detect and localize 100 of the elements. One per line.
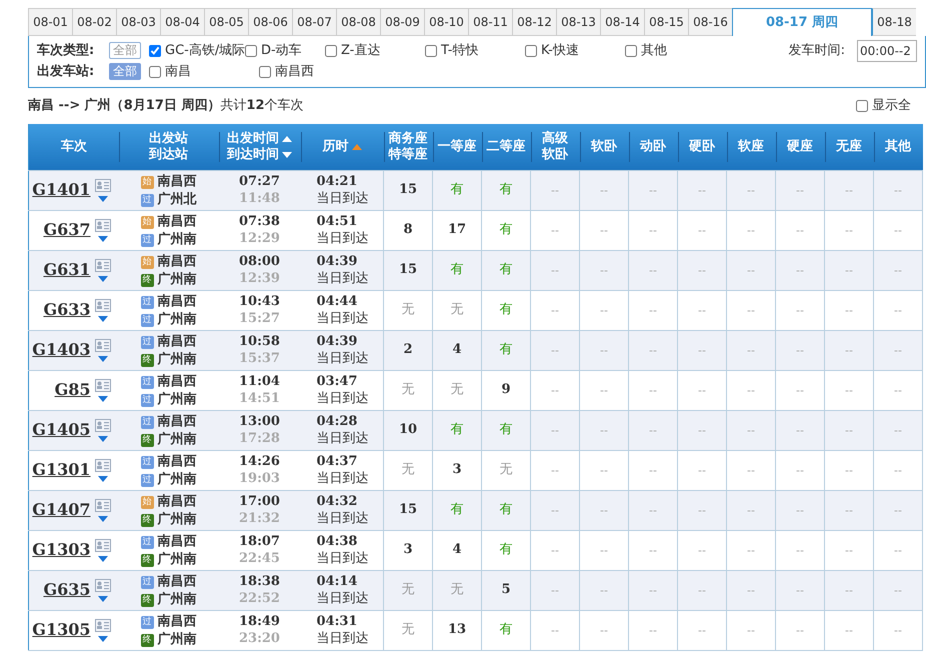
date-tab[interactable]: 08-08	[336, 8, 380, 36]
date-tab[interactable]: 08-14	[600, 8, 644, 36]
date-tab[interactable]: 08-01	[28, 8, 72, 36]
seat-availability: 10	[398, 422, 418, 438]
caret-icon[interactable]	[98, 276, 108, 282]
checkbox-label[interactable]: 显示全	[872, 96, 911, 116]
caret-icon[interactable]	[98, 236, 108, 242]
caret-icon[interactable]	[98, 196, 108, 202]
caret-icon[interactable]	[98, 396, 108, 402]
checkbox-label[interactable]: D-动车	[261, 40, 302, 60]
id-card-icon[interactable]	[94, 578, 110, 592]
station-name: 广州南	[158, 351, 196, 370]
caret-icon[interactable]	[98, 596, 108, 602]
date-tab[interactable]: 08-12	[512, 8, 556, 36]
arrival-day: 当日到达	[316, 350, 383, 368]
checkbox-label[interactable]: GC-高铁/城际	[165, 40, 246, 60]
seat-availability: --	[796, 544, 804, 557]
id-card-icon[interactable]	[94, 178, 110, 192]
date-tab[interactable]: 08-07	[292, 8, 336, 36]
duration: 04:37	[316, 452, 358, 470]
station-name: 南昌西	[158, 333, 196, 352]
station-name: 南昌西	[158, 533, 196, 552]
date-tab[interactable]: 08-04	[160, 8, 204, 36]
seat-availability: 有	[450, 182, 464, 198]
duration: 04:38	[316, 532, 358, 550]
id-card-icon[interactable]	[94, 538, 110, 552]
date-tab[interactable]: 08-02	[72, 8, 116, 36]
station-name: 广州南	[158, 631, 196, 650]
caret-icon[interactable]	[98, 476, 108, 482]
checkbox[interactable]	[325, 44, 337, 56]
checkbox[interactable]	[856, 100, 868, 112]
seat-availability: 有	[450, 502, 464, 518]
train-number-link[interactable]: G1301	[32, 458, 90, 482]
id-card-icon[interactable]	[94, 338, 110, 352]
id-card-icon[interactable]	[94, 298, 110, 312]
date-tab[interactable]: 08-15	[644, 8, 688, 36]
seat-availability: --	[649, 424, 657, 437]
departure-time: 08:00	[238, 253, 281, 270]
caret-icon[interactable]	[98, 316, 108, 322]
sort-down-icon[interactable]	[282, 152, 292, 158]
checkbox[interactable]	[625, 44, 637, 56]
filter-label: 出发车站:	[37, 62, 96, 81]
train-number-link[interactable]: G637	[43, 218, 90, 242]
time-select[interactable]: 00:00--2	[857, 40, 917, 62]
checkbox-label[interactable]: 南昌西	[275, 62, 314, 82]
seat-availability: --	[747, 464, 755, 477]
train-number-link[interactable]: G85	[54, 378, 90, 402]
checkbox-label[interactable]: T-特快	[441, 40, 478, 60]
caret-icon[interactable]	[98, 556, 108, 562]
id-card-icon[interactable]	[94, 378, 110, 392]
seat-availability: --	[649, 304, 657, 317]
id-card-icon[interactable]	[94, 258, 110, 272]
date-tab[interactable]: 08-10	[424, 8, 468, 36]
arrival-day: 当日到达	[316, 630, 383, 648]
seat-availability: --	[551, 584, 559, 597]
station-name: 广州南	[158, 271, 196, 290]
date-tab[interactable]: 08-16	[688, 8, 732, 36]
seat-availability: --	[600, 264, 608, 277]
date-tab[interactable]: 08-05	[204, 8, 248, 36]
id-card-icon[interactable]	[94, 418, 110, 432]
station-tag: 始	[140, 216, 154, 229]
column-header: 高级 软卧	[542, 130, 568, 163]
departure-time: 07:38	[238, 213, 281, 230]
sort-up-icon[interactable]	[282, 136, 292, 142]
train-number-link[interactable]: G633	[43, 298, 90, 322]
checkbox-label[interactable]: Z-直达	[341, 40, 380, 60]
seat-availability: --	[649, 224, 657, 237]
checkbox-label[interactable]: 其他	[641, 40, 667, 60]
checkbox-label[interactable]: K-快速	[541, 40, 579, 60]
train-number-link[interactable]: G1305	[32, 618, 90, 642]
id-card-icon[interactable]	[94, 498, 110, 512]
date-tab[interactable]: 08-13	[556, 8, 600, 36]
checkbox[interactable]	[525, 44, 537, 56]
id-card-icon[interactable]	[94, 218, 110, 232]
date-tab[interactable]: 08-09	[380, 8, 424, 36]
seat-availability: --	[747, 504, 755, 517]
caret-icon[interactable]	[98, 636, 108, 642]
date-tab[interactable]: 08-03	[116, 8, 160, 36]
seat-availability: --	[894, 504, 902, 517]
arrival-day: 当日到达	[316, 190, 383, 208]
seat-availability: 有	[500, 262, 512, 278]
date-tab[interactable]: 08-06	[248, 8, 292, 36]
station-tag: 过	[140, 296, 154, 309]
caret-icon[interactable]	[98, 516, 108, 522]
seat-availability: 无	[402, 302, 414, 318]
caret-icon[interactable]	[98, 436, 108, 442]
checkbox[interactable]	[259, 66, 271, 78]
train-number-link[interactable]: G1303	[32, 538, 90, 562]
date-tab[interactable]: 08-11	[468, 8, 512, 36]
checkbox[interactable]	[245, 44, 257, 56]
checkbox[interactable]	[149, 66, 161, 78]
seat-availability: --	[698, 584, 706, 597]
id-card-icon[interactable]	[94, 618, 110, 632]
caret-icon[interactable]	[98, 356, 108, 362]
checkbox[interactable]	[149, 44, 161, 56]
station-name: 南昌西	[158, 373, 196, 392]
checkbox-label[interactable]: 南昌	[165, 62, 191, 82]
date-tab[interactable]: 08-18	[872, 8, 916, 36]
checkbox[interactable]	[425, 44, 437, 56]
id-card-icon[interactable]	[94, 458, 110, 472]
